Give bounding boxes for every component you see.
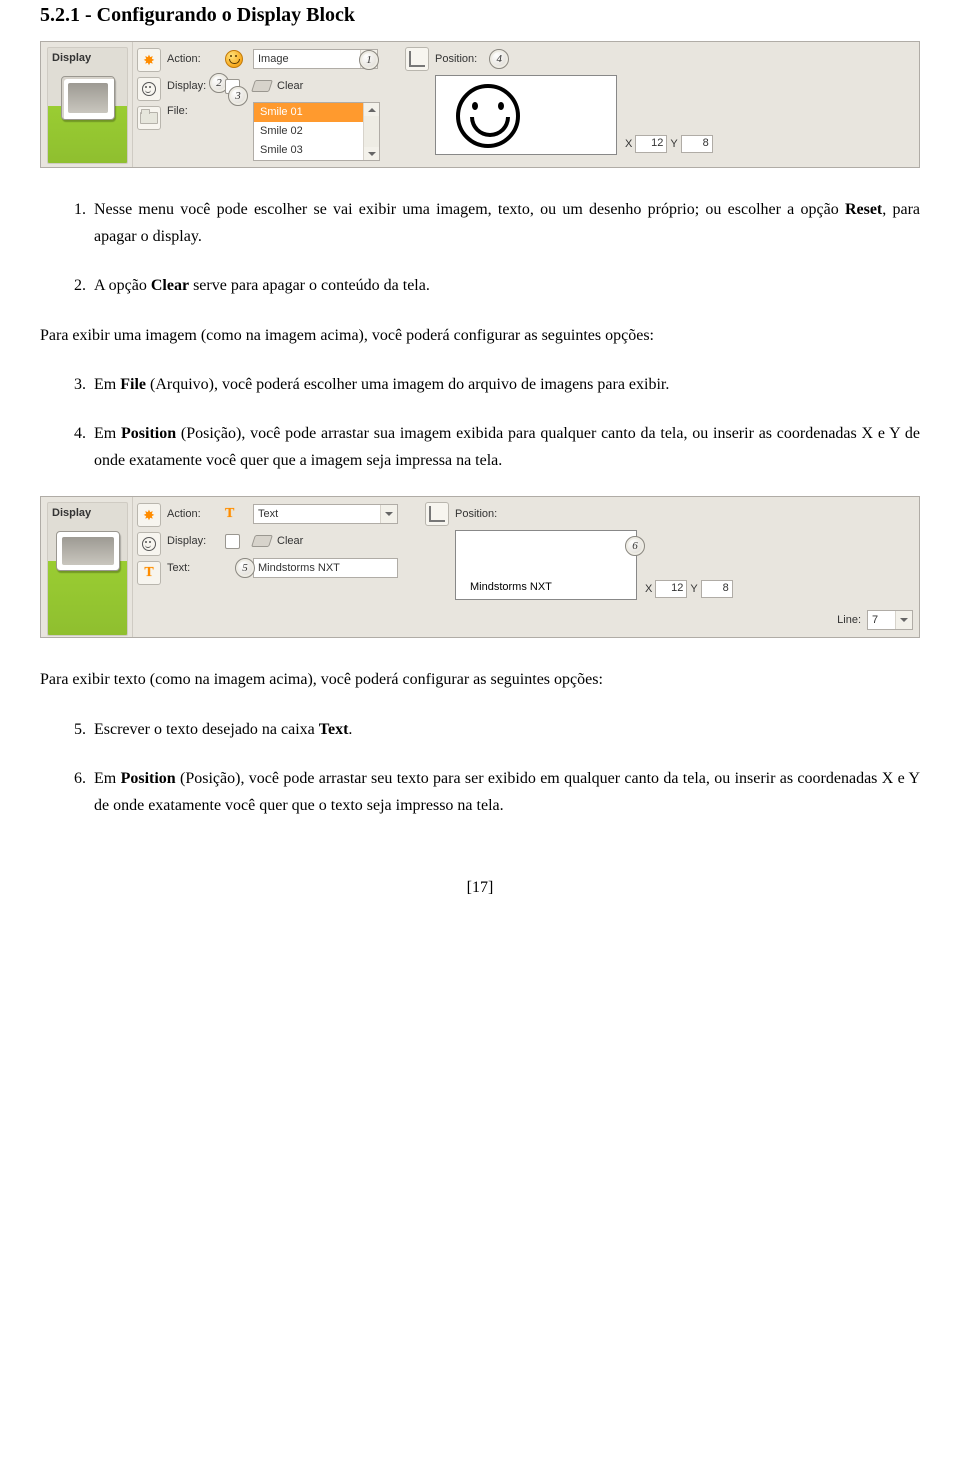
line-label: Line: [837, 614, 861, 626]
x-label: X [625, 138, 632, 150]
action-star-icon: ✸ [137, 503, 161, 527]
item-5: Escrever o texto desejado na caixa Text. [90, 716, 920, 743]
position-icon [425, 502, 449, 526]
file-folder-icon [137, 106, 161, 130]
badge-5: 5 [235, 558, 255, 578]
x-input[interactable]: 12 [655, 580, 687, 598]
file-listbox[interactable]: Smile 01 Smile 02 Smile 03 [253, 102, 380, 161]
clear-label: Clear [277, 535, 303, 547]
panel-sidebar: Display [41, 497, 133, 637]
y-label: Y [690, 583, 697, 595]
display-block-panel-text: Display ✸ T Action: Display: Text: T Tex… [40, 496, 920, 638]
item-4: Em Position (Posição), você pode arrasta… [90, 420, 920, 474]
line-value: 7 [872, 614, 878, 626]
text-value: Mindstorms NXT [258, 562, 340, 574]
paragraph-intro-image: Para exibir uma imagem (como na imagem a… [40, 322, 920, 349]
display-label: Display: [167, 535, 219, 547]
display-block-panel-image: Display ✸ Action: Display: 2 File: [40, 41, 920, 168]
sidebar-title: Display [48, 503, 127, 521]
action-label: Action: [167, 508, 219, 520]
file-option-1[interactable]: Smile 01 [254, 103, 379, 122]
item-3: Em File (Arquivo), você poderá escolher … [90, 371, 920, 398]
badge-6: 6 [625, 536, 645, 556]
y-input[interactable]: 8 [701, 580, 733, 598]
display-smile-icon [137, 532, 161, 556]
chevron-down-icon [380, 505, 397, 523]
file-label: File: [167, 105, 219, 117]
text-t-icon: T [137, 561, 161, 585]
file-option-3[interactable]: Smile 03 [254, 141, 379, 160]
chevron-down-icon [895, 611, 912, 629]
item-1: Nesse menu você pode escolher se vai exi… [90, 196, 920, 250]
x-label: X [645, 583, 652, 595]
position-icon [405, 47, 429, 71]
item-2: A opção Clear serve para apagar o conteú… [90, 272, 920, 299]
action-select[interactable]: Text [253, 504, 398, 524]
item-6: Em Position (Posição), você pode arrasta… [90, 765, 920, 819]
paragraph-intro-text: Para exibir texto (como na imagem acima)… [40, 666, 920, 693]
position-label: Position: [455, 508, 497, 520]
x-input[interactable]: 12 [635, 135, 667, 153]
scroll-up-icon[interactable] [364, 103, 379, 116]
listbox-scrollbar[interactable] [363, 103, 379, 160]
action-label: Action: [167, 53, 219, 65]
list-3: Escrever o texto desejado na caixa Text.… [40, 716, 920, 820]
clear-label: Clear [277, 80, 303, 92]
display-smile-icon [137, 77, 161, 101]
file-option-2[interactable]: Smile 02 [254, 122, 379, 141]
display-chip-icon [56, 531, 120, 571]
y-label: Y [670, 138, 677, 150]
action-value: Text [258, 508, 278, 520]
sidebar-title: Display [48, 48, 127, 66]
display-chip-icon [61, 76, 115, 120]
section-title: 5.2.1 - Configurando o Display Block [40, 4, 920, 27]
preview-screen[interactable]: Mindstorms NXT [455, 530, 637, 600]
clear-checkbox[interactable] [225, 534, 240, 549]
line-select[interactable]: 7 [867, 610, 913, 630]
eraser-icon [251, 80, 273, 92]
preview-text: Mindstorms NXT [470, 581, 552, 593]
text-t-orange-icon: T [225, 506, 234, 522]
eraser-icon [251, 535, 273, 547]
panel-sidebar: Display [41, 42, 133, 167]
action-star-icon: ✸ [137, 48, 161, 72]
list-1: Nesse menu você pode escolher se vai exi… [40, 196, 920, 300]
scroll-down-icon[interactable] [364, 147, 379, 160]
y-input[interactable]: 8 [681, 135, 713, 153]
action-value: Image [258, 53, 289, 65]
preview-smiley-icon [456, 84, 520, 148]
badge-3: 3 [228, 86, 248, 106]
preview-screen[interactable] [435, 75, 617, 155]
list-2: Em File (Arquivo), você poderá escolher … [40, 371, 920, 475]
smile-orange-icon [225, 50, 243, 68]
text-input[interactable]: Mindstorms NXT [253, 558, 398, 578]
badge-4: 4 [489, 49, 509, 69]
position-label: Position: [435, 53, 477, 65]
page-number: [17] [40, 879, 920, 897]
text-label: Text: [167, 562, 219, 574]
badge-1: 1 [359, 50, 379, 70]
